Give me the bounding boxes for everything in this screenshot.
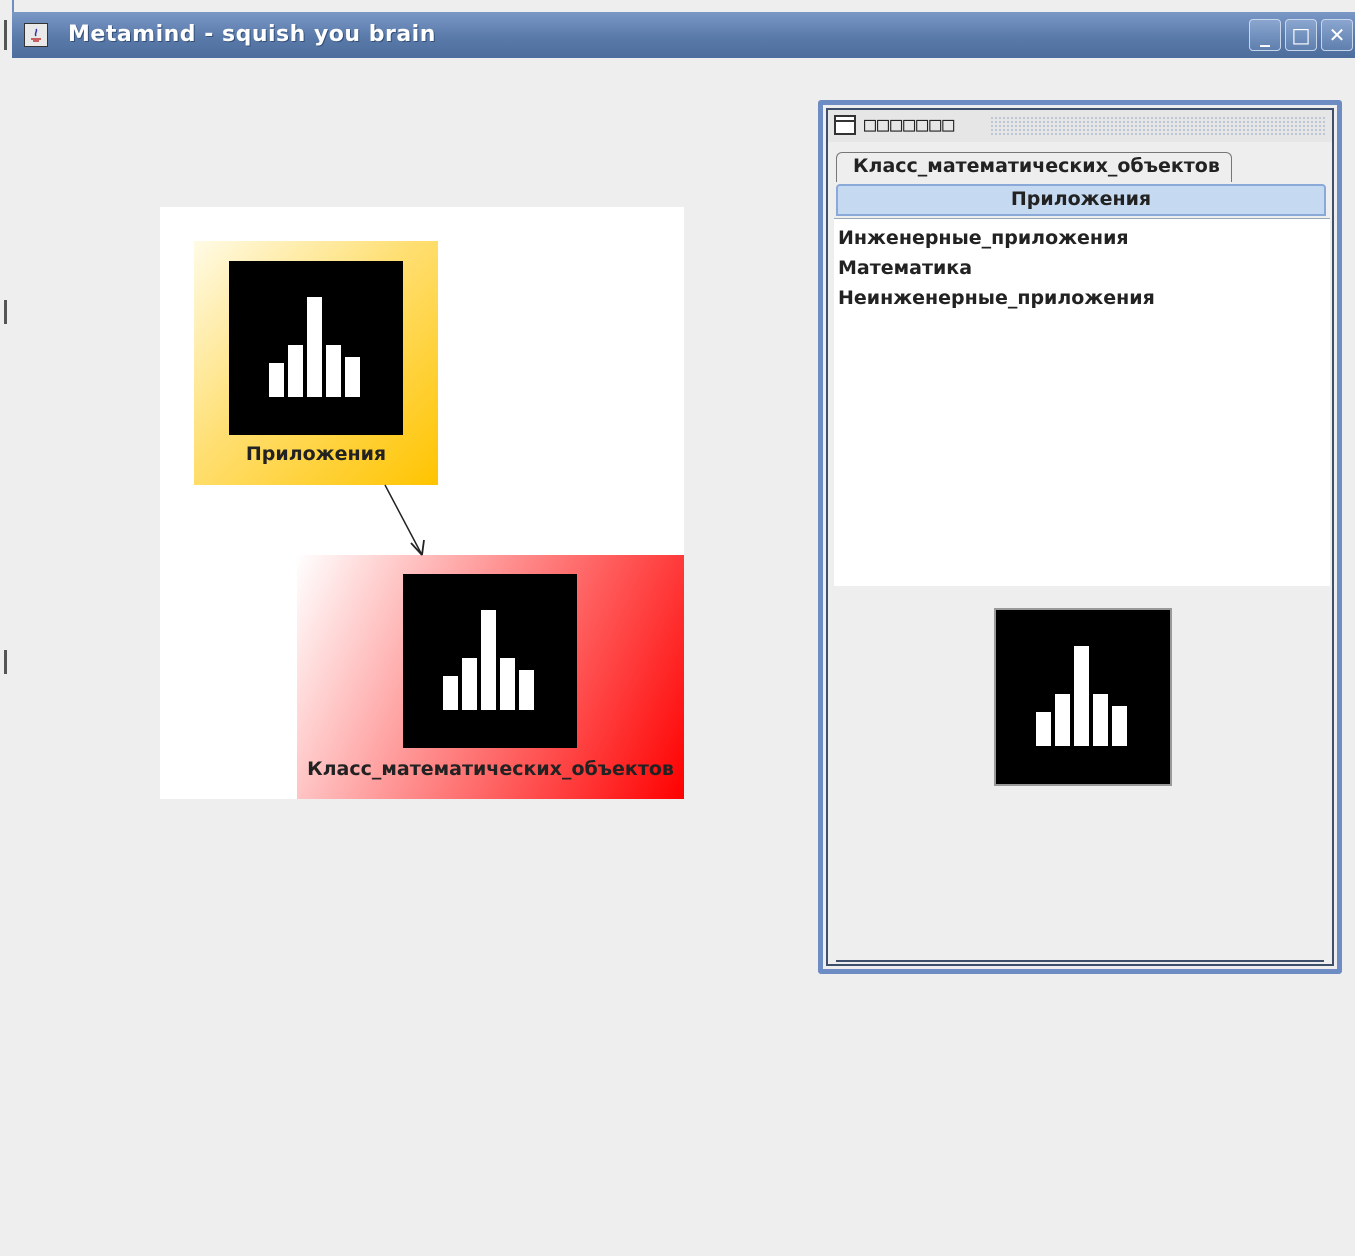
graph-edge — [384, 484, 425, 556]
window-title: Metamind - squish you brain — [68, 22, 436, 47]
list-item[interactable]: Инженерные_приложения — [834, 223, 1330, 253]
tab-apps[interactable]: Приложения — [836, 184, 1326, 216]
edge-mark — [4, 650, 7, 674]
frame-icon — [834, 115, 856, 135]
children-list[interactable]: Инженерные_приложения Математика Неинжен… — [834, 218, 1330, 586]
titlebar-pattern — [990, 116, 1326, 136]
close-button[interactable]: ✕ — [1321, 19, 1353, 51]
inspector-titlebar[interactable]: □□□□□□□ — [828, 110, 1332, 142]
close-icon: ✕ — [1328, 23, 1346, 47]
minimize-icon: _ — [1260, 23, 1270, 47]
inspector-frame-inner: □□□□□□□ Класс_математических_объектов Пр… — [826, 108, 1334, 966]
graph-canvas[interactable]: Приложения Класс_математических_объектов — [160, 207, 684, 799]
bar-chart-icon — [994, 608, 1172, 786]
window-titlebar[interactable]: Metamind - squish you brain _ □ ✕ — [12, 12, 1355, 58]
edge-mark — [4, 300, 7, 324]
tab-class[interactable]: Класс_математических_объектов — [836, 152, 1232, 182]
maximize-button[interactable]: □ — [1285, 19, 1317, 51]
frame-bottom-edge — [836, 960, 1324, 962]
inspector-title: □□□□□□□ — [864, 112, 956, 136]
inspector-frame[interactable]: □□□□□□□ Класс_математических_объектов Пр… — [818, 100, 1342, 974]
list-item[interactable]: Неинженерные_приложения — [834, 283, 1330, 313]
main-window: Metamind - squish you brain _ □ ✕ Прилож… — [12, 12, 1355, 1256]
edge-mark — [4, 20, 7, 50]
maximize-icon: □ — [1291, 23, 1311, 47]
minimize-button[interactable]: _ — [1249, 19, 1281, 51]
java-app-icon — [24, 23, 48, 47]
list-item[interactable]: Математика — [834, 253, 1330, 283]
